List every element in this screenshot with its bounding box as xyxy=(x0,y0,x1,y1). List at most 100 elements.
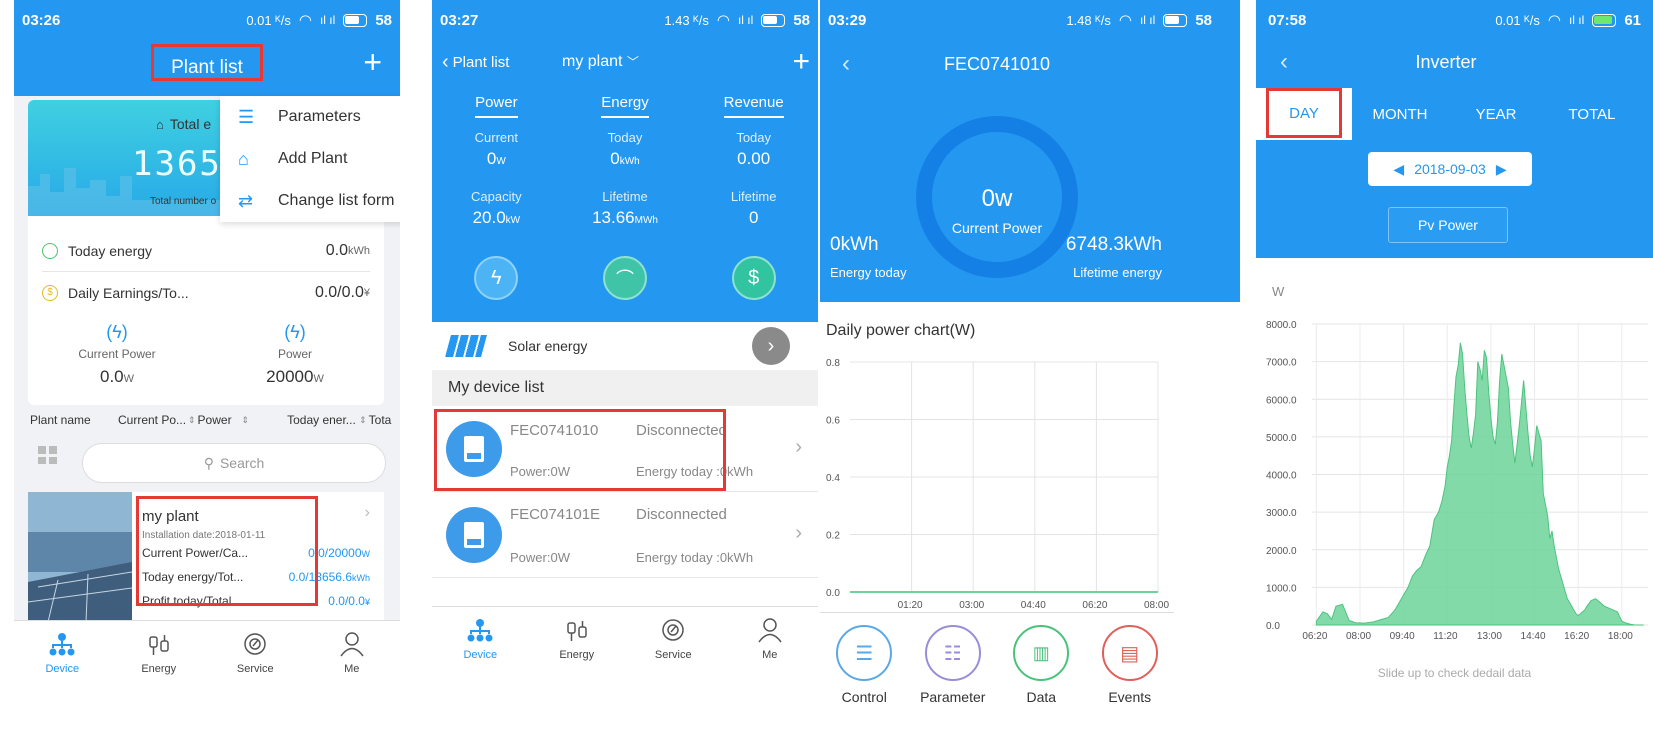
coin-icon: $ xyxy=(42,285,58,301)
status-bar: 03:29 1.48 ᴷ/s ◠ ıl ıl 58 xyxy=(820,0,1240,40)
action-parameter[interactable]: ☷ Parameter xyxy=(909,613,998,712)
back-button[interactable]: ‹ Plant list xyxy=(442,51,509,74)
add-plant-plus-icon[interactable]: + xyxy=(363,44,382,81)
device-status: Disconnected xyxy=(636,506,727,523)
menu-item-add-plant[interactable]: ⌂ Add Plant xyxy=(220,138,400,180)
x-tick-label: 08:00 xyxy=(1144,600,1169,611)
column-value: 20.0 xyxy=(472,208,506,227)
arrow-right-circle-icon[interactable]: › xyxy=(752,327,790,365)
action-label: Parameter xyxy=(920,689,986,705)
action-control[interactable]: ☰ Control xyxy=(820,613,909,712)
column-head[interactable]: Power xyxy=(475,94,518,118)
x-tick-label: 01:20 xyxy=(898,600,923,611)
plant-selector[interactable]: my plant ﹀ xyxy=(562,53,639,71)
tab-service[interactable]: Service xyxy=(625,607,722,670)
column-head[interactable]: Revenue xyxy=(723,94,784,118)
highlight-box xyxy=(434,409,726,491)
stats-column: Energy Today 0kWh Lifetime 13.66MWh xyxy=(561,94,690,228)
power-value: 20000 xyxy=(266,367,314,386)
action-events[interactable]: ▤ Events xyxy=(1086,613,1175,712)
plant-row-unit: ¥ xyxy=(364,597,370,607)
events-list-icon: ▤ xyxy=(1101,625,1158,681)
home-icon: ⌂ xyxy=(156,116,164,132)
ring-label: Current Power xyxy=(951,220,1043,236)
chevron-right-icon: › xyxy=(795,436,802,458)
tab-service[interactable]: Service xyxy=(207,621,304,700)
grid-view-icon[interactable] xyxy=(38,446,58,464)
device-serial: FEC074101E xyxy=(510,506,601,523)
menu-item-change-list-form[interactable]: ⇄ Change list form xyxy=(220,180,400,222)
column-value: 0 xyxy=(610,149,620,168)
tab-month[interactable]: MONTH xyxy=(1352,106,1448,123)
next-date-arrow-icon[interactable]: ▶ xyxy=(1496,161,1507,178)
sort-arrows-icon: ⇕ xyxy=(359,414,367,425)
chevron-right-icon: › xyxy=(364,504,370,521)
device-item[interactable]: FEC074101E Disconnected Power:0W Energy … xyxy=(432,492,818,578)
tab-label: Service xyxy=(236,663,274,675)
signal-icon: ıl ıl xyxy=(737,13,754,27)
y-tick-label: 0.4 xyxy=(826,473,840,484)
tab-energy[interactable]: Energy xyxy=(529,607,626,670)
device-item[interactable]: FEC0741010 Disconnected Power:0W Energy … xyxy=(432,406,818,492)
sort-total[interactable]: Tota xyxy=(369,413,392,427)
sort-today-energy[interactable]: Today ener... xyxy=(287,413,359,427)
tab-year[interactable]: YEAR xyxy=(1448,106,1544,123)
y-tick-label: 4000.0 xyxy=(1266,471,1297,482)
column-label: Lifetime xyxy=(602,189,648,204)
action-data[interactable]: ▥ Data xyxy=(997,613,1086,712)
wifi-icon: ◠ xyxy=(298,12,312,29)
revenue-dollar-icon[interactable]: $ xyxy=(731,256,776,300)
device-power: Power:0W xyxy=(510,550,570,565)
bottom-tab-bar: Device Energy Service Me xyxy=(432,606,818,670)
lifetime-energy-label: Lifetime energy xyxy=(1073,265,1162,280)
sort-current-power[interactable]: Current Po... xyxy=(118,413,188,427)
network-speed: 0.01 ᴷ/s xyxy=(246,12,291,28)
sort-power[interactable]: Power xyxy=(198,413,242,427)
chevron-left-icon: ‹ xyxy=(442,50,449,73)
tab-me[interactable]: Me xyxy=(304,621,401,700)
plant-detail-header: 03:27 1.43 ᴷ/s ◠ ıl ıl 58 ‹ Plant list my… xyxy=(432,0,818,322)
prev-date-arrow-icon[interactable]: ◀ xyxy=(1393,161,1404,178)
solar-energy-label: Solar energy xyxy=(508,338,588,354)
battery-level: 61 xyxy=(1624,11,1641,29)
tab-device[interactable]: Device xyxy=(432,607,529,670)
plant-card[interactable]: my plant › Installation date:2018-01-11 … xyxy=(28,492,384,622)
compass-icon xyxy=(662,619,684,641)
lightning-circle-icon: (ϟ) xyxy=(284,322,306,342)
daily-earnings-value: 0.0/0.0 xyxy=(314,284,364,301)
tab-energy[interactable]: Energy xyxy=(111,621,208,700)
pv-power-button[interactable]: Pv Power xyxy=(1388,207,1508,243)
network-speed: 0.01 ᴷ/s xyxy=(1495,12,1540,28)
x-tick-label: 09:40 xyxy=(1390,631,1415,642)
tab-day[interactable]: DAY xyxy=(1256,88,1352,140)
search-input[interactable]: ⚲ Search xyxy=(82,443,386,483)
sort-arrows-icon: ⇕ xyxy=(188,414,196,425)
status-time: 03:27 xyxy=(440,11,479,29)
tab-device[interactable]: Device xyxy=(14,621,111,700)
daily-earnings-unit: ¥ xyxy=(363,287,370,299)
sort-plant-name[interactable]: Plant name xyxy=(30,413,118,427)
y-tick-label: 0.6 xyxy=(826,416,840,427)
column-value: 0 xyxy=(748,208,759,227)
y-axis-unit: W xyxy=(1272,284,1285,299)
menu-item-parameters[interactable]: ☰ Parameters xyxy=(220,96,400,138)
solar-energy-row[interactable]: Solar energy › xyxy=(432,322,818,370)
chart-title: Daily power chart(W) xyxy=(826,322,976,339)
power-label: Power xyxy=(277,347,312,361)
energy-today-value: 0kWh xyxy=(830,234,879,255)
tab-total[interactable]: TOTAL xyxy=(1544,106,1640,123)
highlight-box xyxy=(151,44,263,81)
today-energy-label: Today energy xyxy=(68,242,153,259)
battery-level: 58 xyxy=(1195,11,1212,29)
energy-chart-icon[interactable]: ⌒ xyxy=(603,256,647,300)
column-label: Capacity xyxy=(471,189,522,204)
column-head[interactable]: Energy xyxy=(601,94,649,118)
date-value[interactable]: 2018-09-03 xyxy=(1414,161,1486,177)
add-plus-icon[interactable]: + xyxy=(792,45,810,79)
tab-me[interactable]: Me xyxy=(722,607,819,670)
lightning-icon: (ϟ) xyxy=(106,322,128,342)
power-circle-icon[interactable]: ϟ xyxy=(474,256,519,300)
tab-label: Device xyxy=(45,663,80,675)
leaf-icon xyxy=(42,242,58,259)
swap-icon: ⇄ xyxy=(238,190,254,211)
